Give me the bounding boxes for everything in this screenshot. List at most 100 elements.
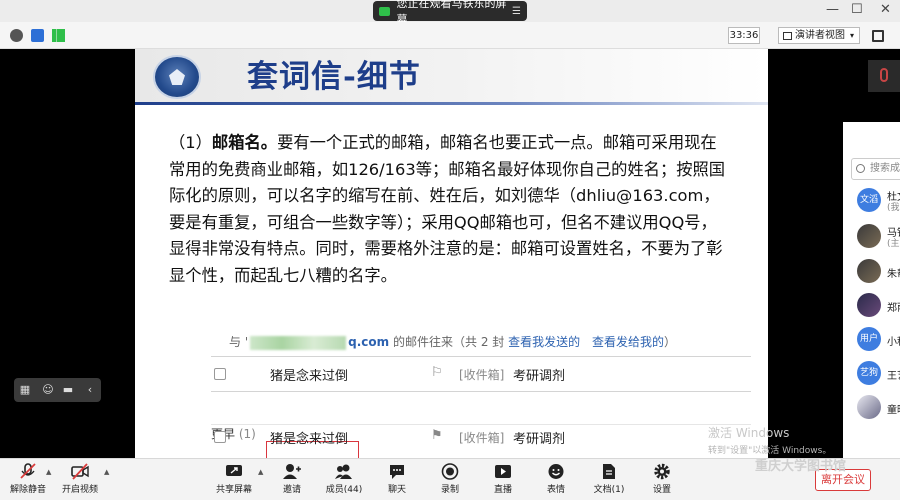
shield-icon[interactable] (31, 29, 44, 42)
activate-text: 激活 Windows (708, 426, 790, 440)
menu-icon[interactable]: ☰ (512, 6, 521, 17)
mail-sender: 猪是念来过倒 (270, 369, 349, 384)
avatar: 用户 (857, 327, 881, 351)
slide-body-text: （1）邮箱名。要有一个正式的邮箱，邮箱名也要正式一点。邮箱可采用现在常用的免费商… (169, 130, 729, 290)
live-button[interactable]: 直播 (481, 463, 525, 499)
mail-header-text: 的邮件往来（共 2 封 (393, 335, 505, 349)
unmute-label: 解除静音 (9, 485, 46, 495)
grid-icon (783, 32, 792, 40)
divider (211, 391, 751, 392)
emoji-icon[interactable]: ☺ (42, 384, 54, 396)
caret-up-icon[interactable]: ▲ (104, 468, 109, 476)
share-screen-button[interactable]: 共享屏幕 (212, 463, 256, 499)
video-off-icon (71, 463, 89, 480)
info-icon[interactable] (10, 29, 23, 42)
settings-button[interactable]: 设置 (640, 463, 684, 499)
participant-name: 郑雨 (887, 303, 900, 314)
mail-checkbox[interactable] (214, 431, 226, 443)
screen-share-notice[interactable]: 您正在观看马铁东的屏幕 ☰ (373, 0, 527, 26)
participant-item[interactable]: 用户 小程 (857, 327, 900, 355)
participant-item[interactable]: 郑雨 (857, 293, 900, 321)
participant-item[interactable]: 马铁 (主 (857, 224, 900, 252)
meeting-info-bar: 33:36 演讲者视图 ▾ (0, 22, 900, 49)
participant-item[interactable]: 文滔 杜文 (我) (857, 188, 900, 216)
mail-prefix: 与 (229, 335, 242, 349)
start-video-label: 开启视频 (61, 485, 98, 495)
mail-folder: [收件箱] (459, 368, 505, 382)
caret-up-icon[interactable]: ▲ (258, 468, 263, 476)
members-label: 成员(44) (325, 485, 363, 495)
mail-checkbox[interactable] (214, 368, 226, 380)
record-button[interactable]: 录制 (428, 463, 472, 499)
flag-icon[interactable]: ⚑ (431, 428, 443, 443)
fullscreen-icon[interactable] (872, 30, 884, 42)
mail-subject: 考研调剂 (513, 432, 566, 447)
mail-subject: 考研调剂 (513, 369, 566, 384)
mail-sender: 猪是念来过倒 (270, 432, 349, 447)
meeting-window: 您正在观看马铁东的屏幕 ☰ — ☐ ✕ 33:36 演讲者视图 ▾ 套词信-细节… (0, 0, 900, 500)
speaker-view-dropdown[interactable]: 演讲者视图 ▾ (778, 27, 860, 44)
close-button[interactable]: ✕ (880, 2, 891, 17)
participant-role: (主 (887, 239, 900, 249)
mail-folder: [收件箱] (459, 431, 505, 445)
windows-activation-watermark: 激活 Windows 转到"设置"以激活 Windows。 (708, 424, 831, 456)
mail-row[interactable]: 猪是念来过倒 ⚑ [收件箱] 考研调剂 (211, 423, 751, 453)
camera-icon (379, 6, 391, 16)
title-bar: 您正在观看马铁东的屏幕 ☰ — ☐ ✕ (0, 0, 900, 26)
chat-icon[interactable]: ▬ (62, 384, 74, 396)
view-sent-link[interactable]: 查看我发送的 (508, 335, 580, 349)
blurred-email (250, 335, 347, 350)
caret-up-icon[interactable]: ▲ (46, 468, 51, 476)
avatar (857, 293, 881, 317)
university-logo (153, 55, 201, 99)
floating-view-strip: ▦ ☺ ▬ ‹ (14, 378, 101, 402)
point-text: 要有一个正式的邮箱，邮箱名也要正式一点。邮箱可采用现在常用的免费商业邮箱，如12… (169, 133, 726, 285)
members-button[interactable]: 成员(44) (322, 463, 366, 499)
participant-role: (我) (887, 203, 900, 213)
chevron-left-icon[interactable]: ‹ (84, 384, 96, 396)
meeting-timer: 33:36 (728, 27, 760, 44)
mail-row[interactable]: 猪是念来过倒 ⚐ [收件箱] 考研调剂 (211, 360, 751, 390)
search-placeholder: 搜索成员 (870, 163, 900, 174)
maximize-button[interactable]: ☐ (851, 2, 863, 17)
record-label: 录制 (440, 485, 459, 495)
mail-header-close: ） (663, 335, 676, 349)
members-icon (335, 463, 353, 480)
docs-button[interactable]: 文档(1) (587, 463, 631, 499)
reactions-button[interactable]: 表情 (534, 463, 578, 499)
participant-item[interactable]: 朱帮 (857, 259, 900, 287)
search-icon (856, 164, 865, 173)
chat-label: 聊天 (387, 485, 406, 495)
participant-name: 王艺 (887, 371, 900, 382)
slide-header: 套词信-细节 (135, 49, 768, 105)
mail-domain: q.com (348, 335, 390, 349)
emoji-icon (547, 463, 565, 480)
start-video-button[interactable]: 开启视频 (58, 463, 102, 499)
unmute-button[interactable]: 解除静音 (6, 463, 50, 499)
presentation-slide: 套词信-细节 （1）邮箱名。要有一个正式的邮箱，邮箱名也要正式一点。邮箱可采用现… (135, 49, 768, 458)
document-icon (600, 463, 618, 480)
participant-item[interactable]: 艺狗 王艺 (857, 361, 900, 389)
chevron-down-icon: ▾ (849, 31, 854, 40)
member-search-input[interactable]: 搜索成员 (851, 158, 900, 180)
grid-icon[interactable]: ▦ (19, 384, 31, 396)
divider (211, 356, 751, 357)
avatar (857, 224, 881, 248)
mail-thread-header: 与 ' q.com 的邮件往来（共 2 封 查看我发送的 查看发给我的） (229, 333, 676, 350)
gear-icon (653, 463, 671, 480)
invite-label: 邀请 (282, 485, 301, 495)
participant-item[interactable]: 童晓 (857, 395, 900, 423)
self-video-tile[interactable] (868, 60, 900, 92)
invite-button[interactable]: 邀请 (270, 463, 314, 499)
participants-panel: 搜索成员 文滔 杜文 (我) 马铁 (主 朱帮 郑雨 用户 小程 艺狗 王艺 (843, 122, 900, 458)
point-heading: 邮箱名。 (211, 133, 278, 152)
avatar (857, 259, 881, 283)
minimize-button[interactable]: — (826, 2, 839, 17)
point-label: （1） (169, 133, 212, 152)
participant-name: 朱帮 (887, 269, 900, 280)
flag-icon[interactable]: ⚐ (431, 365, 443, 380)
muted-mic-icon (880, 68, 888, 82)
chat-button[interactable]: 聊天 (375, 463, 419, 499)
view-received-link[interactable]: 查看发给我的 (592, 335, 664, 349)
signal-icon[interactable] (52, 29, 65, 42)
